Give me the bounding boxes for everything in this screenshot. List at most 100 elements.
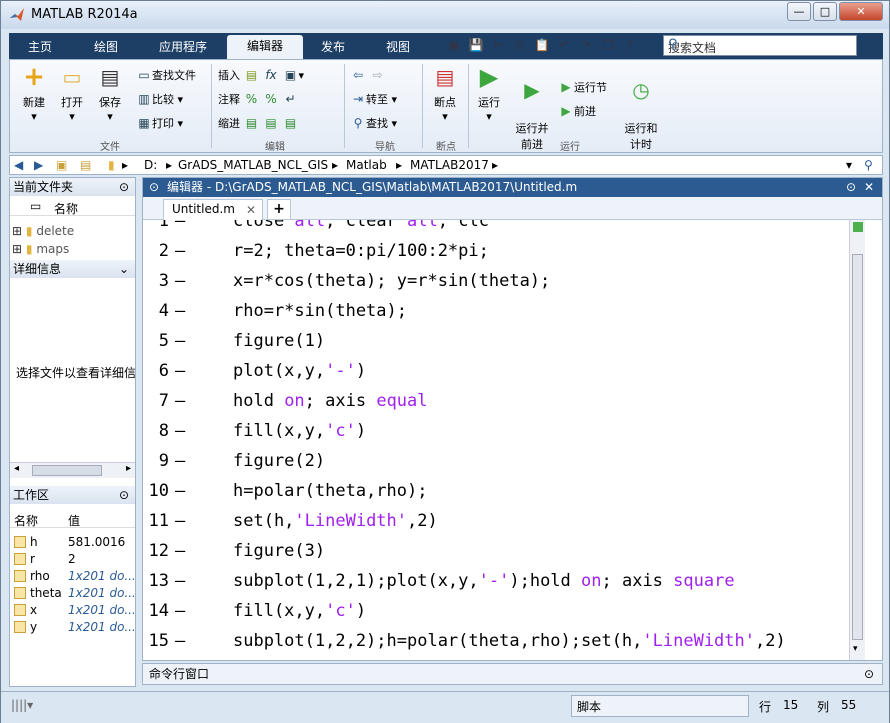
compare-button[interactable]: ▥ 比较 ▾ [136, 90, 183, 108]
code-line[interactable]: 1— close all; clear all; clc [143, 220, 843, 241]
line-number[interactable]: 5 [147, 331, 169, 351]
forward-icon[interactable]: ▶ [34, 158, 43, 172]
line-number[interactable]: 10 [147, 481, 169, 501]
save-button[interactable]: ▤ 保存 ▾ [94, 64, 126, 123]
folder-item[interactable]: ⊞ ▮ delete [12, 224, 74, 238]
line-number[interactable]: 15 [147, 631, 169, 651]
breakpoint-marker[interactable]: — [175, 541, 185, 561]
line-number[interactable]: 2 [147, 241, 169, 261]
folder-item[interactable]: ⊞ ▮ maps [12, 242, 69, 256]
search-icon[interactable]: ⚲ [668, 37, 852, 52]
back-icon[interactable]: ◀ [14, 158, 23, 172]
advance-button[interactable]: ▶ 前进 [558, 102, 596, 120]
cut-icon[interactable]: ✂ [487, 35, 509, 55]
path-drive[interactable]: D: [144, 158, 157, 172]
breakpoint-marker[interactable]: — [175, 301, 185, 321]
paste-icon[interactable]: 📋 [531, 35, 553, 55]
code-line[interactable]: 5 — figure(1) [143, 331, 843, 361]
indent-button[interactable]: 缩进 ▤ ▤ ▤ [218, 114, 299, 132]
tab-view[interactable]: 视图 [365, 36, 431, 59]
breakpoint-marker[interactable]: — [175, 601, 185, 621]
code-line[interactable]: 10 — h=polar(theta,rho); [143, 481, 843, 511]
command-window-bar[interactable]: 命令行窗口 ⊙ [142, 663, 883, 685]
editor-menu-icon[interactable]: ⊙ [846, 178, 856, 197]
redo-icon[interactable]: ↷ [575, 35, 597, 55]
collapse-icon[interactable]: ⊙ [149, 178, 159, 197]
line-number[interactable]: 11 [147, 511, 169, 531]
workspace-col-value[interactable]: 值 [68, 512, 80, 529]
save-icon[interactable]: 💾 [465, 35, 487, 55]
line-number[interactable]: 1 [147, 220, 169, 231]
expand-icon[interactable]: ⊞ [12, 242, 22, 256]
breakpoint-marker[interactable]: — [175, 421, 185, 441]
run-and-time-button[interactable]: ◷ 运行和 计时 [622, 64, 660, 165]
workspace-row[interactable]: rho 1x201 do... [12, 568, 134, 585]
code-line[interactable]: 7 — hold on; axis equal [143, 391, 843, 421]
undo-icon[interactable]: ↶ [553, 35, 575, 55]
run-section-button[interactable]: ▶ 运行节 [558, 78, 607, 96]
line-number[interactable]: 4 [147, 301, 169, 321]
open-button[interactable]: ▭ 打开 ▾ [56, 64, 88, 123]
path-segment-3[interactable]: MATLAB2017 [410, 158, 489, 172]
new-icon[interactable]: ▣ [443, 35, 465, 55]
line-number[interactable]: 9 [147, 451, 169, 471]
breakpoint-marker[interactable]: — [175, 331, 185, 351]
breakpoint-marker[interactable]: — [175, 361, 185, 381]
line-number[interactable]: 14 [147, 601, 169, 621]
horizontal-scrollbar[interactable]: ◂ ▸ [10, 462, 135, 478]
code-line[interactable]: 13 — subplot(1,2,1);plot(x,y,'-');hold on;… [143, 571, 843, 601]
breakpoint-marker[interactable]: — [175, 391, 185, 411]
comment-button[interactable]: 注释 % % ↵ [218, 90, 299, 108]
expand-icon[interactable]: ⊞ [12, 224, 22, 238]
code-line[interactable]: 8 — fill(x,y,'c') [143, 421, 843, 451]
line-number[interactable]: 12 [147, 541, 169, 561]
path-segment-2[interactable]: Matlab [346, 158, 387, 172]
run-button[interactable]: ▶ 运行 ▾ [472, 63, 506, 123]
tab-plots[interactable]: 绘图 [71, 36, 141, 59]
code-line[interactable]: 6 — plot(x,y,'-') [143, 361, 843, 391]
tab-apps[interactable]: 应用程序 [143, 36, 223, 59]
scroll-left-icon[interactable]: ◂ [14, 463, 19, 474]
maximize-button[interactable]: □ [813, 2, 837, 21]
close-editor-icon[interactable]: ✕ [864, 178, 874, 197]
breakpoint-marker[interactable]: — [175, 451, 185, 471]
close-button[interactable]: ✕ [839, 2, 883, 21]
code-line[interactable]: 14 — fill(x,y,'c') [143, 601, 843, 631]
breakpoint-marker[interactable]: — [175, 511, 185, 531]
breakpoint-marker[interactable]: — [175, 571, 185, 591]
search-folder-icon[interactable]: ⚲ [864, 158, 873, 172]
breakpoint-marker[interactable]: — [175, 481, 185, 501]
goto-button[interactable]: ⇥ 转至 ▾ [350, 90, 397, 108]
address-bar[interactable]: ◀ ▶ ▣ ▤ ▮ ▸ D: ▸ GrADS_MATLAB_NCL_GIS ▸ … [9, 155, 883, 175]
code-line[interactable]: 11 — set(h,'LineWidth',2) [143, 511, 843, 541]
breakpoint-marker[interactable]: — [175, 220, 185, 231]
breakpoint-marker[interactable]: — [175, 271, 185, 291]
line-number[interactable]: 3 [147, 271, 169, 291]
code-line[interactable]: 15 — subplot(1,2,2);h=polar(theta,rho);set… [143, 631, 843, 660]
workspace-row[interactable]: theta 1x201 do... [12, 585, 134, 602]
code-line[interactable]: 4 — rho=r*sin(theta); [143, 301, 843, 331]
code-line[interactable]: 2 — r=2; theta=0:pi/100:2*pi; [143, 241, 843, 271]
breakpoint-marker[interactable]: — [175, 241, 185, 261]
code-line[interactable]: 12 — figure(3) [143, 541, 843, 571]
print-button[interactable]: ▦ 打印 ▾ [136, 114, 183, 132]
workspace-col-name[interactable]: 名称 [14, 512, 38, 529]
insert-button[interactable]: 插入 ▤ fx ▣ ▾ [218, 66, 304, 84]
line-number[interactable]: 7 [147, 391, 169, 411]
new-button[interactable]: + 新建 ▾ [16, 62, 52, 123]
panel-menu-icon[interactable]: ⊙ [119, 486, 129, 504]
workspace-column-header[interactable]: 名称 值 [10, 508, 135, 528]
copy-icon[interactable]: ⎘ [509, 35, 531, 55]
code-line[interactable]: 3 — x=r*cos(theta); y=r*sin(theta); [143, 271, 843, 301]
vertical-scrollbar[interactable]: ▾ [849, 220, 865, 660]
tab-publish[interactable]: 发布 [305, 36, 361, 59]
path-dropdown-icon[interactable]: ▾ [846, 158, 852, 172]
scroll-down-icon[interactable]: ▾ [853, 644, 858, 654]
back-forward-nav[interactable]: ⇦ ⇨ [350, 66, 386, 84]
scroll-thumb[interactable] [32, 465, 102, 476]
breakpoint-marker[interactable]: — [175, 631, 185, 651]
workspace-row[interactable]: r2 [12, 551, 134, 568]
workspace-row[interactable]: h 581.0016 [12, 534, 134, 551]
minimize-button[interactable]: — [787, 2, 811, 21]
line-number[interactable]: 13 [147, 571, 169, 591]
